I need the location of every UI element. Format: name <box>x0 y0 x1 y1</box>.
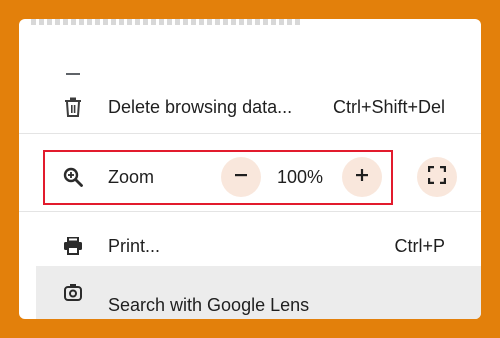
menu-separator-dash <box>66 73 80 75</box>
trash-icon <box>61 95 85 119</box>
menu-item-label: Search with Google Lens <box>108 295 310 315</box>
cropped-menu-text <box>31 19 301 25</box>
fullscreen-icon <box>427 165 447 189</box>
printer-icon <box>61 234 85 258</box>
zoom-highlight-box <box>43 150 393 205</box>
chrome-menu-panel: Delete browsing data... Ctrl+Shift+Del Z… <box>19 19 481 319</box>
menu-item-shortcut: Ctrl+Shift+Del <box>332 96 445 117</box>
menu-divider <box>19 133 481 134</box>
menu-divider <box>19 211 481 212</box>
lens-icon <box>61 281 85 305</box>
menu-item-shortcut: Ctrl+P <box>394 235 445 256</box>
menu-item-label: Print... <box>108 235 161 256</box>
menu-item-print[interactable]: Print... Ctrl+P <box>19 226 481 266</box>
fullscreen-button[interactable] <box>417 157 457 197</box>
menu-item-search-with-google-lens[interactable]: Search with Google Lens <box>19 264 481 315</box>
menu-item-label: Delete browsing data... <box>108 96 293 117</box>
menu-item-delete-browsing-data[interactable]: Delete browsing data... Ctrl+Shift+Del <box>19 87 481 127</box>
